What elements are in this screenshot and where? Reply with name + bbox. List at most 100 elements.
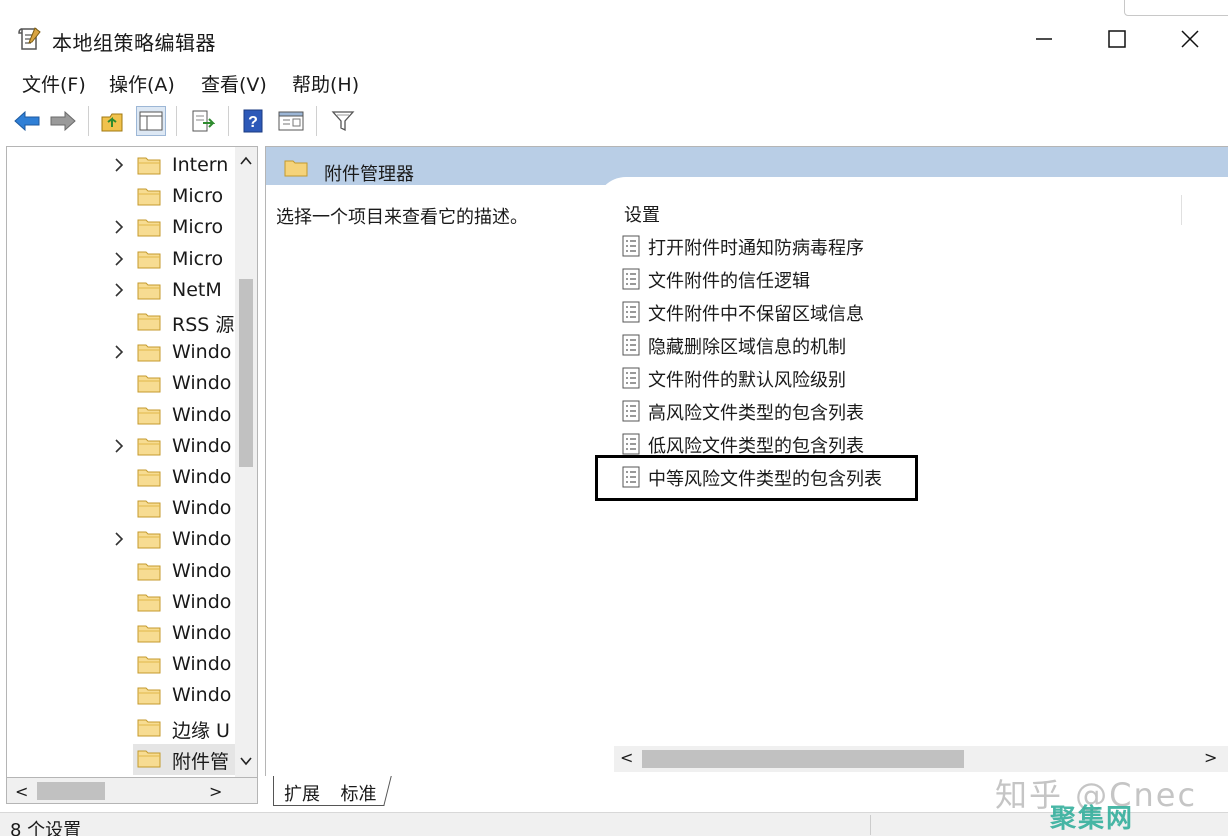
tab-standard[interactable]: 标准 <box>327 776 392 806</box>
tree-item-label: Windo <box>172 528 232 551</box>
folder-icon <box>137 563 161 581</box>
up-folder-icon <box>101 113 123 132</box>
tree-item[interactable]: 附件管 <box>7 743 235 775</box>
status-text: 8 个设置 <box>10 820 82 836</box>
column-divider[interactable] <box>1181 195 1182 225</box>
chevron-right-icon[interactable] <box>111 529 127 549</box>
setting-label: 文件附件中不保留区域信息 <box>648 304 864 325</box>
setting-item[interactable]: 打开附件时通知防病毒程序 <box>620 231 1140 261</box>
chevron-right-icon[interactable] <box>111 249 127 269</box>
setting-label: 高风险文件类型的包含列表 <box>648 403 864 424</box>
policy-setting-icon <box>622 235 640 257</box>
chevron-right-icon[interactable] <box>111 436 127 456</box>
policy-setting-icon <box>622 466 640 488</box>
filter-button[interactable] <box>328 106 358 136</box>
tree-item[interactable]: Windo <box>7 588 235 619</box>
chevron-right-icon[interactable] <box>111 280 127 300</box>
setting-item[interactable]: 文件附件中不保留区域信息 <box>620 297 1140 327</box>
details-hscroll-thumb[interactable] <box>642 750 964 768</box>
properties-button[interactable] <box>276 106 306 136</box>
tree-item[interactable]: Windo <box>7 494 235 525</box>
chevron-down-icon[interactable] <box>238 753 254 769</box>
tree-item[interactable]: Windo <box>7 432 235 463</box>
folder-icon <box>284 160 308 177</box>
export-list-button[interactable] <box>188 106 218 136</box>
tree-item[interactable]: Intern <box>7 151 235 182</box>
toolbar-separator <box>176 106 177 136</box>
tree-item-label: Windo <box>172 497 232 520</box>
tree-item-label: NetM <box>172 278 222 301</box>
folder-icon <box>137 157 161 175</box>
policy-setting-icon <box>622 334 640 356</box>
folder-icon <box>137 282 161 300</box>
back-button[interactable] <box>12 106 42 136</box>
chevron-up-icon[interactable] <box>238 153 254 169</box>
scroll-left-icon[interactable]: < <box>620 748 633 767</box>
tree-item[interactable]: Windo <box>7 463 235 494</box>
show-hide-tree-button[interactable] <box>136 106 166 136</box>
tree-item[interactable]: Windo <box>7 619 235 650</box>
tree-item[interactable]: Windo <box>7 369 235 400</box>
folder-icon <box>137 344 161 362</box>
up-level-button[interactable] <box>98 106 128 136</box>
menu-action[interactable]: 操作(A) <box>109 70 175 97</box>
tree-item[interactable]: Windo <box>7 338 235 369</box>
tree-item[interactable]: Windo <box>7 525 235 556</box>
description-text: 选择一个项目来查看它的描述。 <box>276 207 528 228</box>
tab-extended[interactable]: 扩展 <box>273 776 330 806</box>
tree-item[interactable]: 边缘 U <box>7 713 235 744</box>
setting-item[interactable]: 高风险文件类型的包含列表 <box>620 396 1140 426</box>
tree-item[interactable]: NetM <box>7 276 235 307</box>
tree-item-label: Intern <box>172 154 229 176</box>
close-button[interactable] <box>1167 22 1213 56</box>
help-button[interactable]: ? <box>238 106 268 136</box>
setting-item[interactable]: 隐藏删除区域信息的机制 <box>620 330 1140 360</box>
toolbar-separator <box>316 106 317 136</box>
toolbar-separator <box>88 106 89 136</box>
setting-label: 打开附件时通知防病毒程序 <box>648 238 864 259</box>
tree-item-label: Windo <box>172 434 232 457</box>
details-horizontal-scrollbar[interactable]: < > <box>614 746 1228 772</box>
chevron-right-icon[interactable] <box>111 217 127 237</box>
setting-item[interactable]: 文件附件的默认风险级别 <box>620 363 1140 393</box>
tree-vertical-scrollbar[interactable] <box>235 147 257 777</box>
tree-item-label: 边缘 U <box>172 719 230 742</box>
menu-view[interactable]: 查看(V) <box>201 70 267 97</box>
tree-item[interactable]: Windo <box>7 650 235 681</box>
setting-item[interactable]: 低风险文件类型的包含列表 <box>620 429 1140 459</box>
setting-item[interactable]: 文件附件的信任逻辑 <box>620 264 1140 294</box>
scroll-right-icon[interactable]: > <box>1204 748 1217 767</box>
scroll-left-icon[interactable]: < <box>15 782 28 801</box>
tree-item[interactable]: Micro <box>7 213 235 244</box>
forward-button[interactable] <box>48 106 78 136</box>
tree-item[interactable]: Windo <box>7 681 235 712</box>
setting-item[interactable]: 中等风险文件类型的包含列表 <box>620 462 1140 492</box>
scroll-right-icon[interactable]: > <box>209 782 222 801</box>
title-bar: 本地组策略编辑器 <box>0 0 1228 62</box>
maximize-button[interactable] <box>1094 22 1140 56</box>
details-pane: 附件管理器 选择一个项目来查看它的描述。 设置 打开附件时通知防病毒程序 文件附件… <box>265 146 1228 778</box>
filter-icon <box>331 111 355 132</box>
chevron-right-icon[interactable] <box>111 342 127 362</box>
tree-item[interactable]: Windo <box>7 401 235 432</box>
tree-scroll-thumb[interactable] <box>239 279 253 467</box>
tree-item[interactable]: Micro <box>7 245 235 276</box>
window-title: 本地组策略编辑器 <box>52 31 216 55</box>
tree-item-label: Windo <box>172 684 232 707</box>
tree-item[interactable]: Micro <box>7 182 235 213</box>
policy-editor-icon <box>18 27 41 50</box>
tree-horizontal-scrollbar[interactable]: < > <box>6 778 258 804</box>
minimize-button[interactable] <box>1021 22 1067 56</box>
chevron-right-icon[interactable] <box>111 155 127 175</box>
tab-standard-label: 标准 <box>340 784 377 805</box>
tree-item[interactable]: Windo <box>7 557 235 588</box>
menu-help[interactable]: 帮助(H) <box>292 70 359 97</box>
tree-pane: 附件管 边缘 U Windo Windo Windo Windo Windo Windo Win… <box>6 146 258 778</box>
menu-file[interactable]: 文件(F) <box>22 70 86 97</box>
toolbar: ? <box>0 100 1228 142</box>
folder-icon <box>137 407 161 425</box>
tree-item[interactable]: RSS 源 <box>7 307 235 338</box>
tree-item-label: Micro <box>172 216 224 239</box>
tree-hscroll-thumb[interactable] <box>37 782 105 800</box>
settings-column-header[interactable]: 设置 <box>624 201 660 227</box>
